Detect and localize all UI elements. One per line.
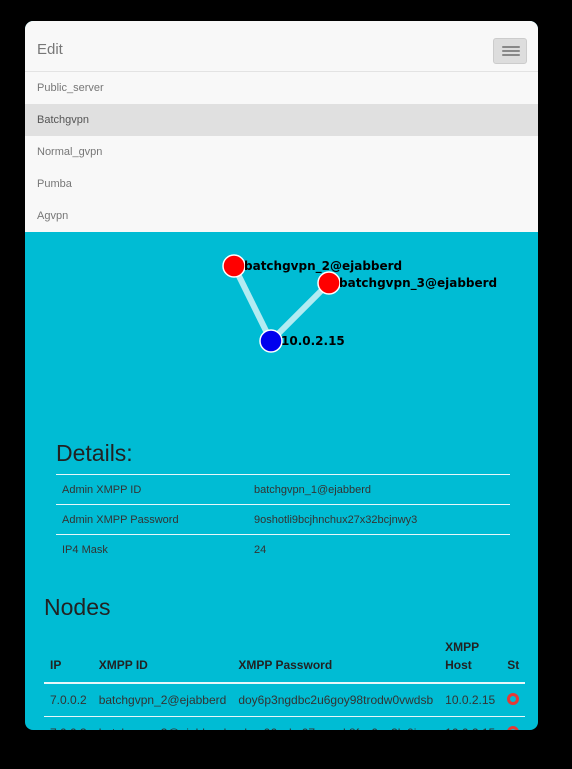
menu-item-batchgvpn[interactable]: Batchgvpn <box>25 104 538 136</box>
cell-xmpp-id: batchgvpn_2@ejabberd <box>92 683 233 717</box>
hamburger-icon-bar <box>502 50 520 52</box>
navbar: Edit <box>25 21 538 72</box>
graph-node-batchgvpn-3[interactable] <box>317 271 341 295</box>
cell-ip: 7.0.0.3 <box>44 716 93 730</box>
cell-xmpp-host: 10.0.2.15 <box>439 683 502 717</box>
navbar-brand[interactable]: Edit <box>37 42 63 58</box>
menu-item-normal-gvpn[interactable]: Normal_gvpn <box>25 136 538 168</box>
menu-item-agvpn[interactable]: Agvpn <box>25 200 538 232</box>
table-row: 7.0.0.2 batchgvpn_2@ejabberd doy6p3ngdbc… <box>44 683 526 717</box>
cell-xmpp-host: 10.0.2.15 <box>439 716 502 730</box>
status-offline-icon[interactable] <box>507 692 520 705</box>
details-key: Admin XMPP Password <box>56 504 248 535</box>
app-window: batchgvpn_2@ejabberd batchgvpn_3@ejabber… <box>25 21 538 730</box>
column-header-xmpp-id: XMPP ID <box>92 630 233 684</box>
details-key: IP4 Mask <box>56 534 248 564</box>
column-header-status: St <box>501 630 526 684</box>
cell-xmpp-password: doy6p3ngdbc2u6goy98trodw0vwdsb <box>232 683 440 717</box>
details-row: Admin XMPP Password 9oshotli9bcjhnchux27… <box>56 504 510 535</box>
column-header-xmpp-password: XMPP Password <box>232 630 440 684</box>
cell-xmpp-id: batchgvpn_3@ejabberd <box>92 716 233 730</box>
hamburger-icon <box>502 46 520 48</box>
dropdown-menu: Public_server Batchgvpn Normal_gvpn Pumb… <box>25 72 538 232</box>
column-header-ip: IP <box>44 630 93 684</box>
cell-xmpp-password: ybns06zcko07azuwk8fxy6ap3la9ig <box>232 716 440 730</box>
graph-node-host[interactable] <box>259 329 283 353</box>
menu-item-pumba[interactable]: Pumba <box>25 168 538 200</box>
details-value: 9oshotli9bcjhnchux27x32bcjnwy3 <box>248 504 510 535</box>
graph-edge <box>268 280 332 344</box>
cell-status <box>501 683 526 717</box>
cell-ip: 7.0.0.2 <box>44 683 93 717</box>
graph-node-label: batchgvpn_2@ejabberd <box>244 259 402 274</box>
status-offline-icon[interactable] <box>507 725 520 730</box>
details-row: IP4 Mask 24 <box>56 534 510 564</box>
graph-edge <box>231 264 274 343</box>
nodes-table: IP XMPP ID XMPP Password XMPP Host St 7.0… <box>44 630 526 730</box>
nodes-heading: Nodes <box>44 594 111 620</box>
details-value: 24 <box>248 534 510 564</box>
column-header-xmpp-host-line1: XMPP <box>445 640 480 654</box>
details-row: Admin XMPP ID batchgvpn_1@ejabberd <box>56 474 510 505</box>
graph-node-label: 10.0.2.15 <box>281 334 345 348</box>
hamburger-icon-bar <box>502 54 520 56</box>
details-value: batchgvpn_1@ejabberd <box>248 474 510 505</box>
details-heading: Details: <box>56 440 133 466</box>
details-table: Admin XMPP ID batchgvpn_1@ejabberd Admin… <box>56 474 510 564</box>
cell-status <box>501 716 526 730</box>
menu-item-public-server[interactable]: Public_server <box>25 72 538 104</box>
graph-node-batchgvpn-2[interactable] <box>222 254 246 278</box>
details-key: Admin XMPP ID <box>56 474 248 505</box>
column-header-xmpp-host-line2: Host <box>445 658 472 672</box>
graph-node-label: batchgvpn_3@ejabberd <box>339 276 497 291</box>
menu-toggle-button[interactable] <box>493 38 527 64</box>
nodes-header-row: IP XMPP ID XMPP Password XMPP Host St <box>44 630 526 684</box>
table-row: 7.0.0.3 batchgvpn_3@ejabberd ybns06zcko0… <box>44 716 526 730</box>
column-header-xmpp-host: XMPP Host <box>439 630 502 684</box>
